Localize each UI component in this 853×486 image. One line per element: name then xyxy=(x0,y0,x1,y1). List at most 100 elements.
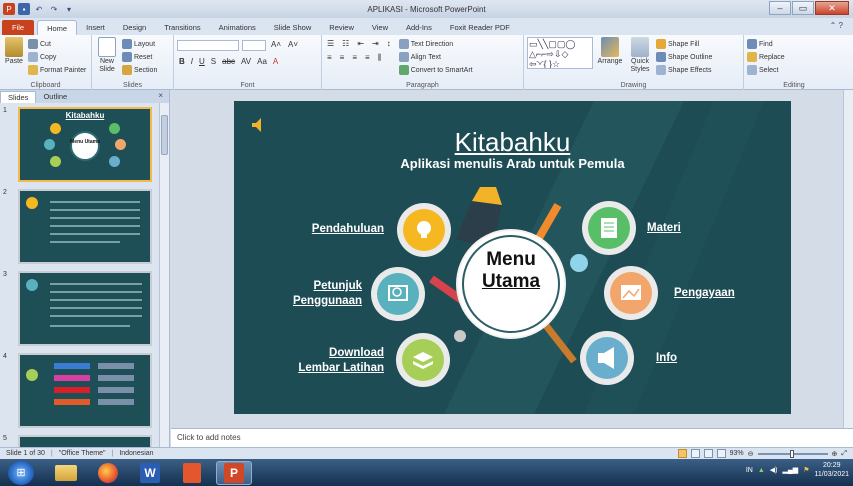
slide-thumbnail-row[interactable]: 1 Kitabahku Menu Utama xyxy=(0,107,160,185)
slide-thumbnail[interactable] xyxy=(18,271,152,346)
slide-subtitle[interactable]: Aplikasi menulis Arab untuk Pemula xyxy=(354,156,671,171)
minimize-button[interactable]: – xyxy=(769,1,791,15)
tab-slides[interactable]: Slides xyxy=(0,91,37,103)
tab-foxit-reader[interactable]: Foxit Reader PDF xyxy=(441,20,519,35)
tab-home[interactable]: Home xyxy=(37,20,78,35)
editor-scrollbar[interactable] xyxy=(843,90,853,428)
zoom-slider[interactable] xyxy=(757,449,828,458)
quick-styles-button[interactable]: Quick Styles xyxy=(627,37,653,80)
zoom-out-icon[interactable]: ⊖ xyxy=(748,450,754,458)
shape-outline-button[interactable]: Shape Outline xyxy=(656,51,712,63)
slide-thumbnail-row[interactable]: 5 xyxy=(0,435,160,447)
file-icon[interactable] xyxy=(174,461,210,485)
reset-button[interactable]: Reset xyxy=(122,51,157,63)
word-icon[interactable]: W xyxy=(132,461,168,485)
slide-thumbnail-row[interactable]: 4 xyxy=(0,353,160,431)
volume-icon[interactable]: ◀) xyxy=(770,466,778,474)
powerpoint-app-icon[interactable]: P xyxy=(3,3,15,15)
link-materi[interactable]: Materi xyxy=(647,222,747,234)
change-case-button[interactable]: Aa xyxy=(255,57,269,66)
tab-animations[interactable]: Animations xyxy=(210,20,265,35)
char-spacing-button[interactable]: AV xyxy=(239,57,253,66)
increase-indent-icon[interactable]: ⇥ xyxy=(370,39,381,48)
zoom-level[interactable]: 93% xyxy=(730,450,744,457)
clock[interactable]: 20:29 11/03/2021 xyxy=(814,461,849,479)
tab-slide-show[interactable]: Slide Show xyxy=(265,20,321,35)
network-icon[interactable]: ▲ xyxy=(758,467,765,474)
powerpoint-icon[interactable]: P xyxy=(216,460,252,485)
grow-font-icon[interactable]: A˄ xyxy=(269,40,283,51)
shape-fill-button[interactable]: Shape Fill xyxy=(656,38,712,50)
tab-insert[interactable]: Insert xyxy=(77,20,114,35)
decrease-indent-icon[interactable]: ⇤ xyxy=(355,39,366,48)
slide-thumbnail[interactable] xyxy=(18,435,152,447)
align-text-button[interactable]: Align Text xyxy=(398,51,473,63)
link-download-lembar-latihan[interactable]: Download Lembar Latihan xyxy=(264,346,384,376)
replace-button[interactable]: Replace xyxy=(747,51,841,63)
arrange-button[interactable]: Arrange xyxy=(596,37,624,80)
notes-area[interactable]: Click to add notes xyxy=(171,428,853,447)
slide-sorter-button[interactable] xyxy=(690,449,700,458)
paste-button[interactable]: Paste xyxy=(3,37,25,80)
convert-smartart-button[interactable]: Convert to SmartArt xyxy=(398,64,473,76)
maximize-button[interactable]: ▭ xyxy=(792,1,814,15)
select-button[interactable]: Select xyxy=(747,64,841,76)
close-button[interactable]: ✕ xyxy=(815,1,849,15)
save-icon[interactable]: ▪ xyxy=(18,3,30,15)
section-button[interactable]: Section xyxy=(122,64,157,76)
align-right-icon[interactable]: ≡ xyxy=(350,53,359,63)
zoom-in-icon[interactable]: ⊕ xyxy=(832,450,838,458)
columns-icon[interactable]: ⫼ xyxy=(376,53,384,63)
shape-effects-button[interactable]: Shape Effects xyxy=(656,64,712,76)
tab-transitions[interactable]: Transitions xyxy=(155,20,209,35)
start-button[interactable]: ⊞ xyxy=(8,460,34,485)
language[interactable]: Indonesian xyxy=(119,450,153,457)
text-direction-button[interactable]: Text Direction xyxy=(398,38,473,50)
slide-canvas[interactable]: Kitabahku Aplikasi menulis Arab untuk Pe… xyxy=(234,101,791,414)
slide-thumbnail-row[interactable]: 2 xyxy=(0,189,160,267)
normal-view-button[interactable] xyxy=(677,449,687,458)
shadow-button[interactable]: S xyxy=(209,57,218,66)
shapes-gallery[interactable]: ▭╲╲▢▢◯ △⌐⌐⇨⇩◇ ⇦◝◜{ }☆ xyxy=(527,37,593,69)
justify-icon[interactable]: ≡ xyxy=(363,53,372,63)
undo-icon[interactable]: ↶ xyxy=(33,3,45,15)
font-name-dropdown[interactable] xyxy=(177,40,239,51)
reading-view-button[interactable] xyxy=(703,449,713,458)
font-color-button[interactable]: A xyxy=(271,57,280,66)
tab-view[interactable]: View xyxy=(363,20,397,35)
shrink-font-icon[interactable]: A˅ xyxy=(286,40,300,51)
signal-icon[interactable]: ▂▄▆ xyxy=(782,466,798,474)
customize-icon[interactable]: ▾ xyxy=(63,3,75,15)
firefox-icon[interactable] xyxy=(90,461,126,485)
align-left-icon[interactable]: ≡ xyxy=(325,53,334,63)
tab-file[interactable]: File xyxy=(2,20,35,35)
explorer-icon[interactable] xyxy=(48,461,84,485)
menu-center-label[interactable]: Menu Utama xyxy=(461,249,561,293)
find-button[interactable]: Find xyxy=(747,38,841,50)
format-painter-button[interactable]: Format Painter xyxy=(28,64,86,76)
link-info[interactable]: Info xyxy=(656,352,736,364)
language-indicator[interactable]: IN xyxy=(746,467,753,474)
slide-thumbnail[interactable]: Kitabahku Menu Utama xyxy=(18,107,152,182)
align-center-icon[interactable]: ≡ xyxy=(338,53,347,63)
italic-button[interactable]: I xyxy=(189,57,195,66)
line-spacing-icon[interactable]: ↕ xyxy=(385,39,393,48)
tab-design[interactable]: Design xyxy=(114,20,155,35)
layout-button[interactable]: Layout xyxy=(122,38,157,50)
tab-add-ins[interactable]: Add-Ins xyxy=(397,20,441,35)
cut-button[interactable]: Cut xyxy=(28,38,86,50)
tab-review[interactable]: Review xyxy=(320,20,363,35)
help-icon[interactable]: ⌃ ? xyxy=(830,21,843,30)
fit-window-icon[interactable]: ⤢ xyxy=(841,450,847,458)
font-size-dropdown[interactable] xyxy=(242,40,266,51)
numbering-icon[interactable]: ☷ xyxy=(340,39,351,48)
new-slide-button[interactable]: New Slide xyxy=(95,37,119,80)
slideshow-button[interactable] xyxy=(716,449,726,458)
strikethrough-button[interactable]: abc xyxy=(220,57,237,66)
slide-thumbnail-row[interactable]: 3 xyxy=(0,271,160,349)
underline-button[interactable]: U xyxy=(197,57,207,66)
slide-title[interactable]: Kitabahku xyxy=(384,127,641,158)
tab-outline[interactable]: Outline xyxy=(36,91,74,103)
pane-scrollbar[interactable] xyxy=(159,103,169,447)
link-petunjuk-penggunaan[interactable]: Petunjuk Penggunaan xyxy=(254,279,362,309)
